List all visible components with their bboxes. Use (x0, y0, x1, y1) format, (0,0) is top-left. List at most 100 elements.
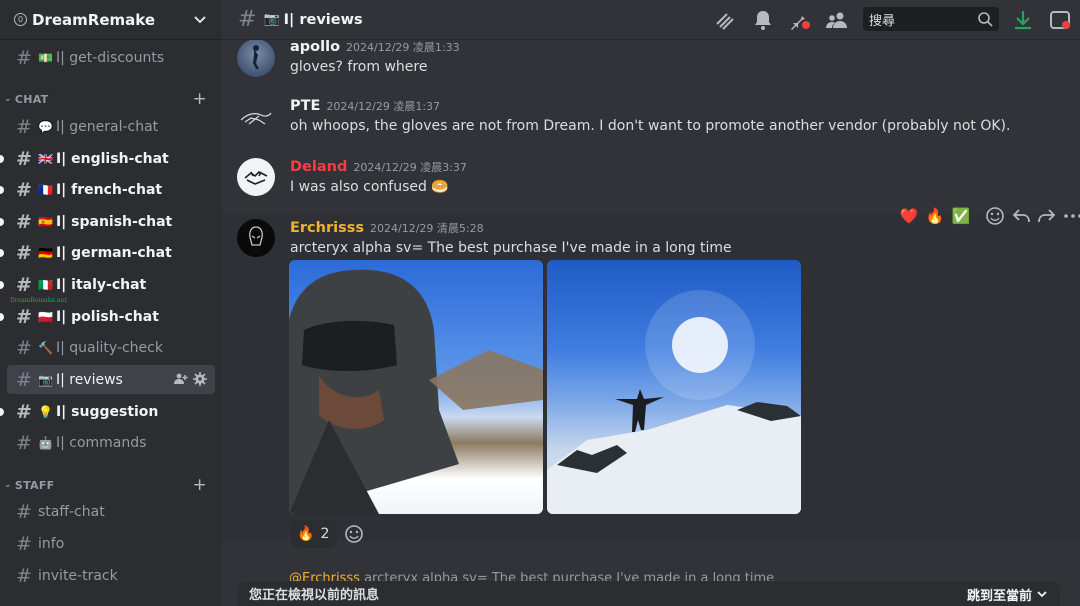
chevron-down-icon (1037, 591, 1047, 598)
inbox-icon[interactable] (1048, 8, 1072, 32)
member-list-icon[interactable] (825, 8, 849, 32)
channel-invite-track[interactable]: # invite-track (7, 561, 215, 590)
hash-icon: # (16, 46, 32, 69)
channel-suggestion[interactable]: # 💡 I| suggestion (0, 397, 215, 426)
hash-icon: # (16, 178, 32, 201)
hash-icon: # (238, 7, 257, 32)
jump-to-present-button[interactable]: 跳到至當前 (967, 585, 1032, 604)
jump-to-present-bar[interactable]: 您正在檢視以前的訊息 跳到至當前 (238, 581, 1060, 606)
message-item[interactable]: PTE 2024/12/29 凌晨1:37 oh whoops, the glov… (222, 98, 1080, 154)
invite-member-icon[interactable] (174, 372, 188, 386)
search-input[interactable]: 搜尋 (863, 7, 999, 31)
message-author[interactable]: apollo 2024/12/29 凌晨1:33 (290, 40, 460, 55)
channel-title: I| reviews (283, 11, 363, 28)
react-heart-button[interactable]: ❤️ (898, 205, 920, 227)
channel-emoji: 📷 (38, 372, 53, 387)
search-placeholder: 搜尋 (869, 13, 896, 29)
channel-german-chat[interactable]: # 🇩🇪 I| german-chat (0, 238, 215, 267)
download-icon[interactable] (1011, 8, 1035, 32)
username[interactable]: Deland (290, 159, 347, 175)
channel-label: I| polish-chat (55, 308, 159, 325)
message-list: apollo 2024/12/29 凌晨1:33 gloves? from whe… (222, 40, 1080, 606)
username[interactable]: Erchrisss (290, 220, 364, 236)
add-channel-icon[interactable]: + (192, 89, 207, 109)
channel-get-discounts[interactable]: # 💵 I| get-discounts (7, 43, 215, 72)
username[interactable]: apollo (290, 40, 340, 55)
channel-actions (174, 372, 207, 386)
channel-staff-chat[interactable]: # staff-chat (7, 497, 215, 526)
gear-icon[interactable] (193, 372, 207, 386)
username[interactable]: PTE (290, 98, 320, 114)
watermark-label: DreamRemake.net (10, 297, 67, 304)
category-label: STAFF (14, 478, 55, 492)
avatar[interactable] (237, 98, 275, 136)
add-channel-icon[interactable]: + (192, 475, 207, 495)
timestamp: 2024/12/29 凌晨3:37 (353, 161, 467, 174)
channel-italy-chat[interactable]: # 🇮🇹 I| italy-chat (0, 270, 215, 299)
unread-indicator (0, 218, 4, 226)
category-chat[interactable]: ⌄ CHAT + (0, 89, 222, 109)
message-author[interactable]: Erchrisss 2024/12/29 清晨5:28 (290, 220, 484, 236)
channel-emoji: 🇩🇪 (38, 245, 53, 260)
avatar[interactable] (237, 219, 275, 257)
server-badge: 0 (14, 13, 27, 26)
message-body: I was also confused (290, 179, 427, 195)
message-text: I was also confused 🥯 (290, 179, 449, 195)
unread-indicator (0, 249, 4, 257)
add-reaction-icon[interactable] (984, 205, 1006, 227)
notification-bell-icon[interactable] (751, 8, 775, 32)
timestamp: 2024/12/29 凌晨1:33 (346, 41, 460, 54)
channel-label: I| quality-check (55, 339, 163, 356)
message-item[interactable]: apollo 2024/12/29 凌晨1:33 gloves? from whe… (222, 40, 1080, 95)
channel-label: invite-track (38, 567, 118, 584)
message-text: oh whoops, the gloves are not from Dream… (290, 118, 1011, 134)
server-header[interactable]: 0 DreamRemake (0, 0, 222, 40)
channel-reviews[interactable]: # 📷 I| reviews (7, 365, 215, 394)
channel-emoji: 💬 (38, 119, 53, 134)
channel-emoji: 🇫🇷 (38, 182, 53, 197)
hash-icon: # (16, 305, 32, 328)
hash-icon: # (16, 115, 32, 138)
channel-emoji: 🔨 (38, 340, 53, 355)
reaction-fire[interactable]: 🔥 2 (291, 520, 337, 548)
channel-emoji: 🇪🇸 (38, 214, 53, 229)
unread-indicator (0, 313, 4, 321)
react-check-button[interactable]: ✅ (950, 205, 972, 227)
attachment-image-selfie[interactable] (289, 260, 543, 514)
add-reaction-icon[interactable] (344, 524, 364, 544)
channel-french-chat[interactable]: # 🇫🇷 I| french-chat (0, 175, 215, 204)
channel-general-chat[interactable]: # 💬 I| general-chat (7, 112, 215, 141)
react-fire-button[interactable]: 🔥 (924, 205, 946, 227)
more-options-icon[interactable] (1062, 205, 1080, 227)
pin-icon[interactable] (788, 8, 812, 32)
category-staff[interactable]: ⌄ STAFF + (0, 475, 222, 495)
threads-icon[interactable] (713, 8, 737, 32)
channel-label: I| commands (55, 434, 147, 451)
channel-info[interactable]: # info (7, 529, 215, 558)
channel-english-chat[interactable]: # 🇬🇧 I| english-chat (0, 144, 215, 173)
attachment-image-mountain[interactable] (547, 260, 801, 514)
channel-label: staff-chat (38, 503, 105, 520)
message-text: arcteryx alpha sv= The best purchase I'v… (290, 240, 732, 256)
channel-label: I| general-chat (55, 118, 159, 135)
channel-quality-check[interactable]: # 🔨 I| quality-check (7, 333, 215, 362)
hash-icon: # (16, 532, 32, 555)
channel-polish-chat[interactable]: # 🇵🇱 I| polish-chat (0, 302, 215, 331)
hash-icon: # (16, 241, 32, 264)
channel-spanish-chat[interactable]: # 🇪🇸 I| spanish-chat (0, 207, 215, 236)
timestamp: 2024/12/29 凌晨1:37 (326, 100, 441, 113)
chevron-down-icon: ⌄ (4, 480, 12, 490)
channel-emoji: 🇬🇧 (38, 151, 53, 166)
reply-icon[interactable] (1010, 205, 1032, 227)
message-author[interactable]: Deland 2024/12/29 凌晨3:37 (290, 159, 467, 175)
message-author[interactable]: PTE 2024/12/29 凌晨1:37 (290, 98, 440, 114)
reaction-count: 2 (320, 526, 330, 542)
channel-commands[interactable]: # 🤖 I| commands (7, 428, 215, 457)
avatar[interactable] (237, 40, 275, 77)
avatar[interactable] (237, 158, 275, 196)
forward-icon[interactable] (1036, 205, 1058, 227)
timestamp: 2024/12/29 清晨5:28 (370, 222, 484, 235)
channel-label: I| suggestion (55, 403, 159, 420)
hash-icon: # (16, 431, 32, 454)
chevron-down-icon[interactable] (192, 11, 208, 27)
